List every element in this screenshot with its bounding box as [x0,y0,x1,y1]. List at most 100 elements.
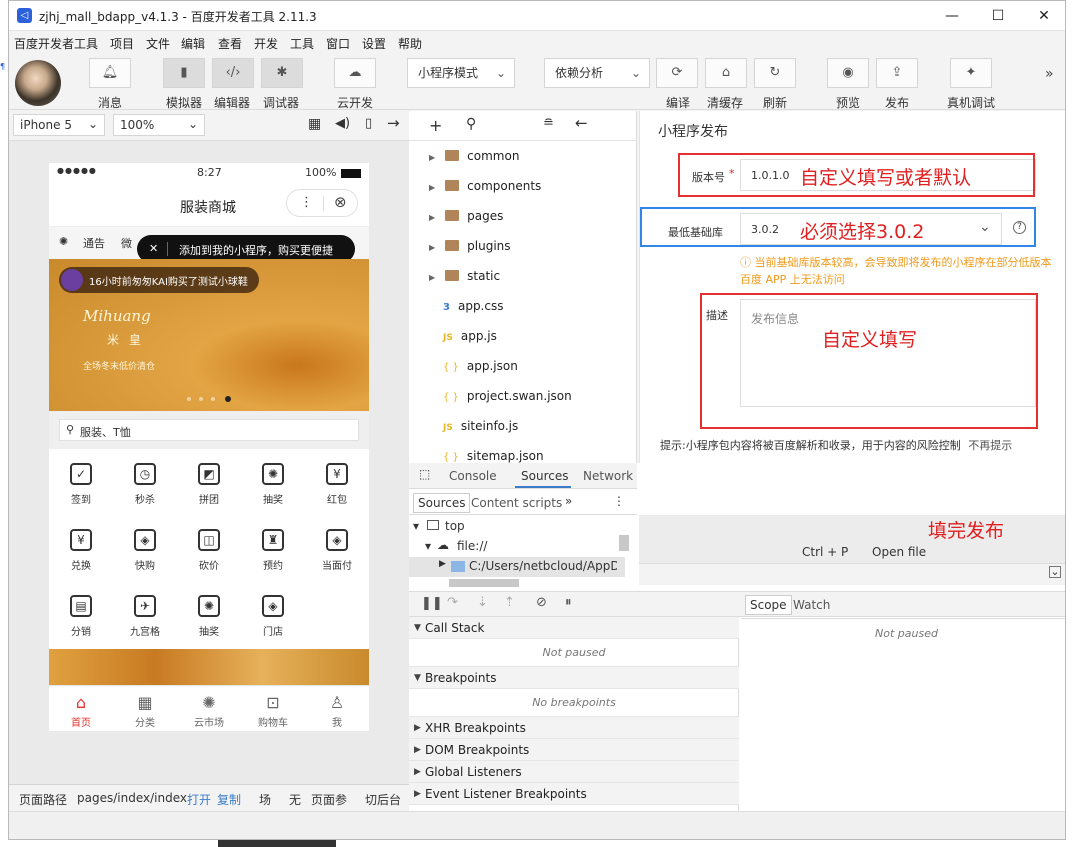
menu-item-edit[interactable]: 编辑 [181,35,205,52]
tab-bar-item[interactable]: ✺ 云市场 [177,694,241,730]
xhr-header[interactable]: ▶ XHR Breakpoints [409,717,739,739]
tab-watch[interactable]: Watch [793,598,830,612]
cloud-dev-button[interactable]: ☁ [334,58,376,88]
menu-item-window[interactable]: 窗口 [326,35,350,52]
arrow-left-icon[interactable]: ← [575,114,588,132]
maximize-button[interactable]: ☐ [975,1,1021,31]
feature-grid-item[interactable]: ▤ 分销 [49,595,113,638]
minimize-button[interactable]: — [929,1,975,31]
file-tree-item[interactable]: JS app.js [429,329,497,349]
tab-bar-item[interactable]: ⌂ 首页 [49,694,113,730]
file-tree-item[interactable]: JS siteinfo.js [429,419,518,439]
avatar[interactable] [15,60,61,106]
file-tree-item[interactable]: ▶ common [429,149,519,169]
pause-on-exceptions-icon[interactable]: ⏸ [565,595,572,610]
tab-bar-item[interactable]: ⊡ 购物车 [241,694,305,730]
close-button[interactable]: ✕ [1021,1,1065,31]
promo-strip[interactable] [49,649,369,685]
file-tree-item[interactable]: ▶ static [429,269,500,289]
feature-grid-item[interactable]: ¥ 兑换 [49,529,113,572]
tab-bar-item[interactable]: ♙ 我 [305,694,369,730]
feature-grid-item[interactable]: ✓ 签到 [49,463,113,506]
feature-grid-item[interactable]: ✺ 抽奖 [241,463,305,506]
more-tabs-icon[interactable]: » [565,494,572,508]
tree-toggle[interactable]: ▾ [425,539,431,553]
subtab-sources[interactable]: Sources [413,493,471,513]
menu-item-app[interactable]: 百度开发者工具 [14,35,98,52]
file-tree-item[interactable]: { } app.json [429,359,518,379]
deactivate-breakpoints-icon[interactable]: ⊘ [536,595,547,610]
feature-grid-item[interactable]: ◈ 当面付 [305,529,369,572]
open-link[interactable]: 打开 [187,791,211,808]
step-over-icon[interactable]: ↷ [447,595,458,610]
rotate-icon[interactable]: ▯ [365,116,372,131]
simulator-button[interactable]: ▮ [163,58,205,88]
file-tree-item[interactable]: ▶ plugins [429,239,511,259]
horizontal-scrollbar[interactable] [449,579,519,587]
volume-icon[interactable]: ◀) [335,116,350,131]
menu-item-settings[interactable]: 设置 [362,35,386,52]
more-dots-icon[interactable]: ⋮ [300,195,313,210]
menu-item-view[interactable]: 查看 [218,35,242,52]
device-select[interactable]: iPhone 5 ⌄ [13,114,105,136]
file-tree-item[interactable]: { } project.swan.json [429,389,572,409]
compile-button[interactable]: ⟳ [656,58,698,88]
mode-select[interactable]: 小程序模式 ⌄ [407,58,515,88]
tree-file[interactable]: file:// [457,539,487,553]
dock-toggle-icon[interactable]: ⌄ [1049,566,1061,578]
scene-label[interactable]: 场 [259,791,271,808]
tree-toggle[interactable]: ▾ [413,519,419,533]
feature-grid-item[interactable]: ✺ 抽奖 [177,595,241,638]
call-stack-header[interactable]: ▼ Call Stack [409,617,739,639]
file-tree-item[interactable]: ▶ components [429,179,541,199]
inspect-icon[interactable]: ⬚ [419,467,430,481]
feature-grid-item[interactable]: ◈ 门店 [241,595,305,638]
add-file-icon[interactable]: + [429,116,442,135]
event-header[interactable]: ▶ Event Listener Breakpoints [409,783,739,805]
file-tree-item[interactable]: ▶ pages [429,209,503,229]
layout-icon[interactable]: ▦ [308,116,321,132]
file-tree-item[interactable]: 3 app.css [429,299,503,319]
menu-item-file[interactable]: 文件 [146,35,170,52]
tab-sources[interactable]: Sources [521,469,568,483]
feature-grid-item[interactable]: ◫ 砍价 [177,529,241,572]
feature-grid-item[interactable]: ✈ 九宫格 [113,595,177,638]
tree-top[interactable]: top [445,519,465,533]
feature-grid-item[interactable]: ¥ 红包 [305,463,369,506]
tab-network[interactable]: Network [583,469,633,483]
deps-select[interactable]: 依赖分析 ⌄ [544,58,650,88]
debugger-button[interactable]: ✱ [261,58,303,88]
breakpoints-header[interactable]: ▼ Breakpoints [409,667,739,689]
publish-toolbar-button[interactable]: ⇪ [876,58,918,88]
search-input[interactable]: ⚲ 服装、T恤 [59,419,359,441]
switch-background[interactable]: 切后台 [365,791,401,808]
message-button[interactable]: 🔔︎ [89,58,131,88]
clear-cache-button[interactable]: ⌂ [705,58,747,88]
menu-item-help[interactable]: 帮助 [398,35,422,52]
arrow-right-icon[interactable]: → [387,114,400,132]
step-into-icon[interactable]: ⇣ [477,595,488,610]
no-tip-link[interactable]: 不再提示 [968,439,1012,452]
feature-grid-item[interactable]: ◈ 快购 [113,529,177,572]
collapse-icon[interactable]: ≘ [543,116,554,131]
tab-scope[interactable]: Scope [745,595,792,615]
kebab-icon[interactable]: ⋮ [613,494,625,508]
menu-item-project[interactable]: 项目 [110,35,134,52]
subtab-content-scripts[interactable]: Content scripts [471,496,562,510]
global-header[interactable]: ▶ Global Listeners [409,761,739,783]
tab-console[interactable]: Console [449,469,497,483]
banner-image[interactable]: 16小时前匆匆KAI购买了测试小球鞋 Mihuang 米 皇 全场冬末低价清仓 [49,259,369,411]
page-params[interactable]: 页面参 [311,791,347,808]
close-circle-icon[interactable]: ⊗ [334,193,347,211]
refresh-button[interactable]: ↻ [754,58,796,88]
pause-icon[interactable]: ❚❚ [421,596,443,611]
preview-button[interactable]: ◉ [827,58,869,88]
search-icon[interactable]: ⚲ [466,116,476,132]
dom-header[interactable]: ▶ DOM Breakpoints [409,739,739,761]
more-icon[interactable]: » [1045,66,1054,82]
feature-grid-item[interactable]: ♜ 预约 [241,529,305,572]
vertical-scrollbar[interactable] [619,535,629,551]
tooltip-close-icon[interactable]: ✕ [149,242,158,255]
editor-button[interactable]: ‹/› [212,58,254,88]
real-debug-button[interactable]: ✦ [950,58,992,88]
